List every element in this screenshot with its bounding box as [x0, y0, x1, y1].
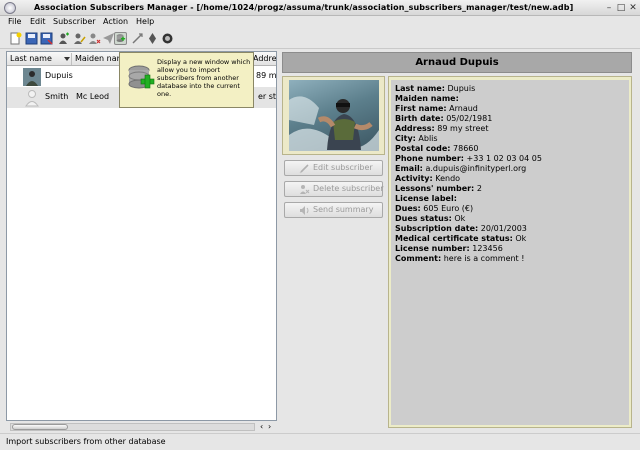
add-subscriber-icon[interactable]: [57, 32, 70, 45]
field-maiden-name: Maiden name:: [395, 94, 459, 103]
menu-help[interactable]: Help: [136, 17, 154, 26]
list-horizontal-scrollbar[interactable]: ‹ ›: [6, 422, 277, 432]
import-tooltip: Display a new window which allow you to …: [119, 52, 254, 108]
field-postal-code: Postal code: 78660: [395, 144, 479, 153]
subscriber-photo-frame: [282, 76, 385, 155]
delete-icon: [300, 185, 310, 194]
new-file-icon[interactable]: [9, 32, 22, 45]
edit-subscriber-button[interactable]: Edit subscriber: [284, 160, 383, 176]
subscriber-photo: [289, 80, 379, 151]
avatar-placeholder: [25, 90, 39, 107]
field-lessons-number: Lessons' number: 2: [395, 184, 482, 193]
field-last-name: Last name: Dupuis: [395, 84, 476, 93]
edit-subscriber-icon[interactable]: [73, 32, 86, 45]
edit-icon: [299, 164, 309, 174]
scrollbar-thumb[interactable]: [12, 424, 68, 430]
status-bar: Import subscribers from other database: [0, 433, 640, 450]
field-first-name: First name: Arnaud: [395, 104, 478, 113]
field-city: City: Ablis: [395, 134, 438, 143]
minimize-icon[interactable]: –: [604, 3, 614, 13]
field-birth-date: Birth date: 05/02/1981: [395, 114, 493, 123]
menu-subscriber[interactable]: Subscriber: [53, 17, 96, 26]
menu-edit[interactable]: Edit: [30, 17, 46, 26]
cell-address: 89 my st: [256, 71, 277, 80]
save-icon[interactable]: [25, 32, 38, 45]
import-subscribers-icon[interactable]: [114, 32, 127, 45]
cell-maiden-name: Mc Leod: [76, 92, 110, 101]
sound-icon: [300, 206, 309, 215]
send-summary-icon[interactable]: [131, 32, 144, 45]
field-email: Email: a.dupuis@infinityperl.org: [395, 164, 527, 173]
close-icon[interactable]: ✕: [628, 3, 638, 13]
options-icon[interactable]: [146, 32, 159, 45]
menu-action[interactable]: Action: [103, 17, 128, 26]
details-content: Last name: Dupuis Maiden name: First nam…: [391, 80, 629, 425]
toolbar: [0, 29, 640, 49]
column-last-name[interactable]: Last name: [10, 54, 52, 63]
field-phone-number: Phone number: +33 1 02 03 04 05: [395, 154, 542, 163]
field-comment: Comment: here is a comment !: [395, 254, 525, 263]
status-message: Import subscribers from other database: [6, 437, 166, 446]
menu-file[interactable]: File: [8, 17, 21, 26]
cell-address: er str: [258, 92, 277, 101]
field-dues-status: Dues status: Ok: [395, 214, 466, 223]
field-address: Address: 89 my street: [395, 124, 489, 133]
app-icon[interactable]: [4, 2, 16, 14]
tooltip-text: Display a new window which allow you to …: [157, 58, 251, 98]
scroll-left-icon[interactable]: ‹: [260, 422, 263, 432]
column-address[interactable]: Address: [253, 54, 276, 63]
subscriber-details-panel: Last name: Dupuis Maiden name: First nam…: [388, 76, 632, 428]
send-summary-button[interactable]: Send summary: [284, 202, 383, 218]
sort-descending-icon: [64, 57, 70, 61]
cell-last-name: Dupuis: [45, 71, 73, 80]
avatar: [23, 68, 41, 86]
field-license-label: License label:: [395, 194, 457, 203]
scroll-right-icon[interactable]: ›: [268, 422, 271, 432]
field-dues: Dues: 605 Euro (€): [395, 204, 474, 213]
delete-subscriber-button[interactable]: Delete subscriber: [284, 181, 384, 197]
about-icon[interactable]: [161, 32, 174, 45]
import-database-icon: [128, 65, 155, 89]
subscriber-name-header: Arnaud Dupuis: [282, 52, 632, 73]
field-subscription-date: Subscription date: 20/01/2003: [395, 224, 527, 233]
menu-bar: File Edit Subscriber Action Help: [0, 16, 640, 29]
window-title: Association Subscribers Manager - [/home…: [34, 3, 574, 12]
field-medical-certificate-status: Medical certificate status: Ok: [395, 234, 527, 243]
save-as-icon[interactable]: [40, 32, 53, 45]
title-bar: Association Subscribers Manager - [/home…: [0, 0, 640, 16]
cell-last-name: Smith: [45, 92, 69, 101]
maximize-icon[interactable]: □: [616, 3, 626, 13]
field-activity: Activity: Kendo: [395, 174, 461, 183]
field-license-number: License number: 123456: [395, 244, 503, 253]
delete-subscriber-icon[interactable]: [88, 32, 101, 45]
